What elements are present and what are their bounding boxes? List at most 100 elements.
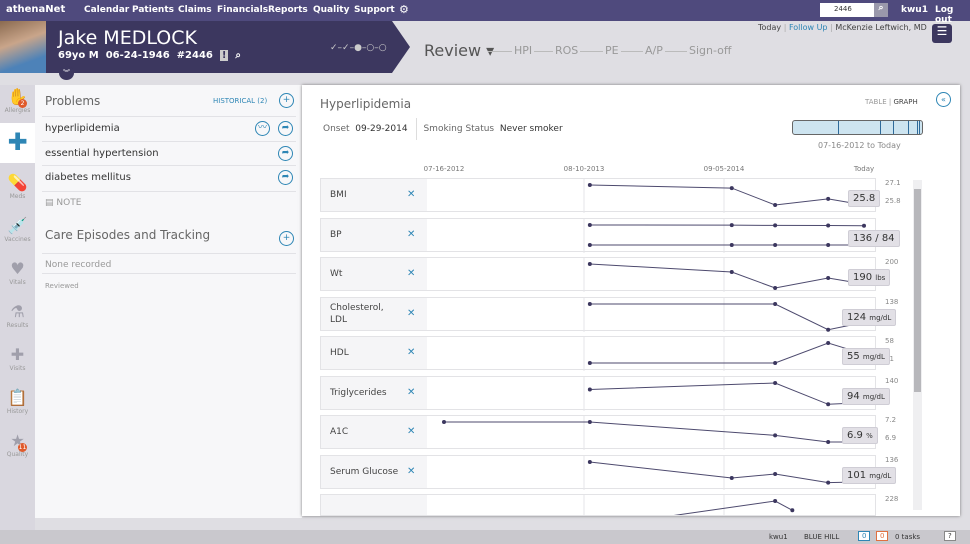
gear-icon[interactable]: ⚙ bbox=[399, 3, 409, 16]
data-point bbox=[826, 276, 831, 280]
nav-calendar[interactable]: Calendar bbox=[84, 5, 129, 15]
graph-row bbox=[320, 494, 876, 516]
series-line bbox=[673, 500, 793, 515]
nav-quality[interactable]: Quality bbox=[313, 5, 349, 15]
count-badge-blue[interactable]: 0 bbox=[858, 531, 871, 541]
sidebar-item-vitals[interactable]: ♥ Vitals bbox=[0, 259, 35, 286]
tasks-count[interactable]: 0 tasks bbox=[895, 533, 920, 541]
latest-value: 6.9 bbox=[847, 430, 863, 441]
search-icon[interactable]: ⌕ bbox=[235, 50, 241, 61]
problem-item[interactable]: hyperlipidemia 〰 ➦ bbox=[42, 116, 296, 140]
historical-link[interactable]: HISTORICAL (2) bbox=[213, 97, 267, 105]
step-pe[interactable]: PE bbox=[603, 44, 621, 57]
share-arrow-icon[interactable]: ➦ bbox=[278, 146, 293, 161]
range-marker bbox=[879, 121, 881, 134]
latest-value: 190 bbox=[853, 272, 873, 283]
patient-id: #2446 bbox=[176, 50, 213, 61]
sidebar-item-allergies[interactable]: ✋ Allergies 2 bbox=[0, 87, 35, 114]
status-location[interactable]: BLUE HILL bbox=[804, 533, 839, 541]
collapse-chevron-icon[interactable]: « bbox=[936, 92, 951, 107]
problem-item[interactable]: essential hypertension ➦ bbox=[42, 141, 296, 165]
today-link[interactable]: Today bbox=[758, 23, 781, 32]
step-signoff[interactable]: Sign-off bbox=[687, 44, 734, 57]
data-point bbox=[729, 270, 734, 274]
latest-value: 136 / 84 bbox=[853, 232, 895, 244]
step-ros[interactable]: ROS bbox=[553, 44, 581, 57]
data-point bbox=[773, 301, 778, 306]
note-button[interactable]: ▤ NOTE bbox=[42, 191, 296, 215]
sidebar-item-quality[interactable]: ★ Quality 11 bbox=[0, 431, 35, 458]
sidebar-item-history[interactable]: 📋 History bbox=[0, 388, 35, 415]
data-point bbox=[773, 203, 778, 207]
workflow-current-step[interactable]: Review ▾ bbox=[424, 41, 494, 60]
data-point bbox=[862, 223, 866, 228]
meds-icon: 💊 bbox=[7, 173, 28, 192]
add-care-episode-plus-icon[interactable]: + bbox=[279, 231, 294, 246]
user-name[interactable]: kwu1 bbox=[901, 5, 928, 15]
nav-patients[interactable]: Patients bbox=[132, 5, 174, 15]
results-icon: ⚗ bbox=[10, 302, 25, 321]
care-episodes-title: Care Episodes and Tracking bbox=[45, 228, 211, 242]
data-point bbox=[587, 301, 592, 306]
menu-icon[interactable]: ☰ bbox=[932, 24, 952, 43]
nav-reports[interactable]: Reports bbox=[268, 5, 308, 15]
expand-header-chevron-icon[interactable]: ︾ bbox=[59, 66, 74, 80]
series-line bbox=[589, 381, 857, 405]
share-arrow-icon[interactable]: ➦ bbox=[278, 121, 293, 136]
sidebar-item-label: History bbox=[6, 408, 29, 415]
data-point bbox=[773, 222, 778, 227]
y-tick-label: 27.1 bbox=[885, 179, 901, 187]
problems-title: Problems bbox=[45, 94, 101, 108]
graph-trend-icon[interactable]: 〰 bbox=[255, 121, 270, 136]
search-icon[interactable]: ⌕ bbox=[874, 3, 888, 17]
date-range-slider[interactable] bbox=[792, 120, 923, 135]
data-point bbox=[826, 401, 831, 406]
provider-name[interactable]: McKenzie Leftwich, MD bbox=[835, 23, 926, 32]
latest-value: 94 bbox=[847, 390, 860, 402]
step-hpi[interactable]: HPI bbox=[512, 44, 535, 57]
nav-financials[interactable]: Financials bbox=[217, 5, 268, 15]
graph-row: BP ✕ bbox=[320, 217, 876, 253]
patient-info: 69yo M 06-24-1946 #2446 ! ⌕ bbox=[58, 50, 241, 61]
data-point bbox=[773, 361, 778, 365]
graph-row: Cholesterol, LDL ✕ bbox=[320, 296, 876, 332]
data-point bbox=[773, 433, 778, 438]
share-arrow-icon[interactable]: ➦ bbox=[278, 170, 293, 185]
follow-up-link[interactable]: Follow Up bbox=[789, 23, 828, 32]
table-view-tab[interactable]: TABLE bbox=[865, 98, 887, 106]
sidebar-item-meds[interactable]: 💊 Meds bbox=[0, 173, 35, 200]
alert-icon[interactable]: ! bbox=[219, 50, 229, 61]
sidebar-item-vaccines[interactable]: 💉 Vaccines bbox=[0, 216, 35, 243]
data-point bbox=[587, 387, 592, 392]
data-point bbox=[826, 480, 831, 485]
patient-name: Jake MEDLOCK bbox=[58, 27, 197, 49]
logout-link[interactable]: Log out bbox=[935, 5, 970, 25]
latest-value: 101 bbox=[847, 469, 867, 481]
data-point bbox=[773, 499, 778, 503]
nav-support[interactable]: Support bbox=[354, 5, 395, 15]
vitals-icon: ♥ bbox=[10, 259, 25, 278]
y-tick-label: 140 bbox=[885, 376, 899, 385]
athenanet-logo[interactable]: athenaNet bbox=[6, 4, 65, 15]
nav-claims[interactable]: Claims bbox=[178, 5, 212, 15]
graph-view-tab[interactable]: GRAPH bbox=[893, 98, 917, 106]
sidebar-item-visits[interactable]: ✚ Visits bbox=[0, 345, 35, 372]
encounter-links: Today | Follow Up | McKenzie Leftwich, M… bbox=[758, 23, 927, 32]
help-icon[interactable]: ? bbox=[944, 531, 956, 541]
sidebar-item-problems[interactable]: ✚ bbox=[0, 123, 35, 163]
graph-title: Hyperlipidemia bbox=[320, 97, 412, 111]
data-point bbox=[826, 327, 831, 332]
data-point bbox=[826, 223, 831, 228]
count-badge-orange[interactable]: 0 bbox=[876, 531, 889, 541]
problem-item[interactable]: diabetes mellitus ➦ bbox=[42, 165, 296, 189]
sidebar-item-results[interactable]: ⚗ Results bbox=[0, 302, 35, 329]
patient-age-sex: 69yo M bbox=[58, 50, 99, 61]
sidebar-item-label: Quality bbox=[6, 451, 29, 458]
scrollbar[interactable] bbox=[913, 180, 922, 510]
add-problem-plus-icon[interactable]: + bbox=[279, 93, 294, 108]
patient-search-input[interactable]: 2446 bbox=[820, 3, 874, 17]
data-point bbox=[773, 286, 778, 290]
step-ap[interactable]: A/P bbox=[643, 44, 665, 57]
y-tick-label: 138 bbox=[885, 297, 899, 306]
scrollbar-thumb[interactable] bbox=[914, 189, 921, 392]
